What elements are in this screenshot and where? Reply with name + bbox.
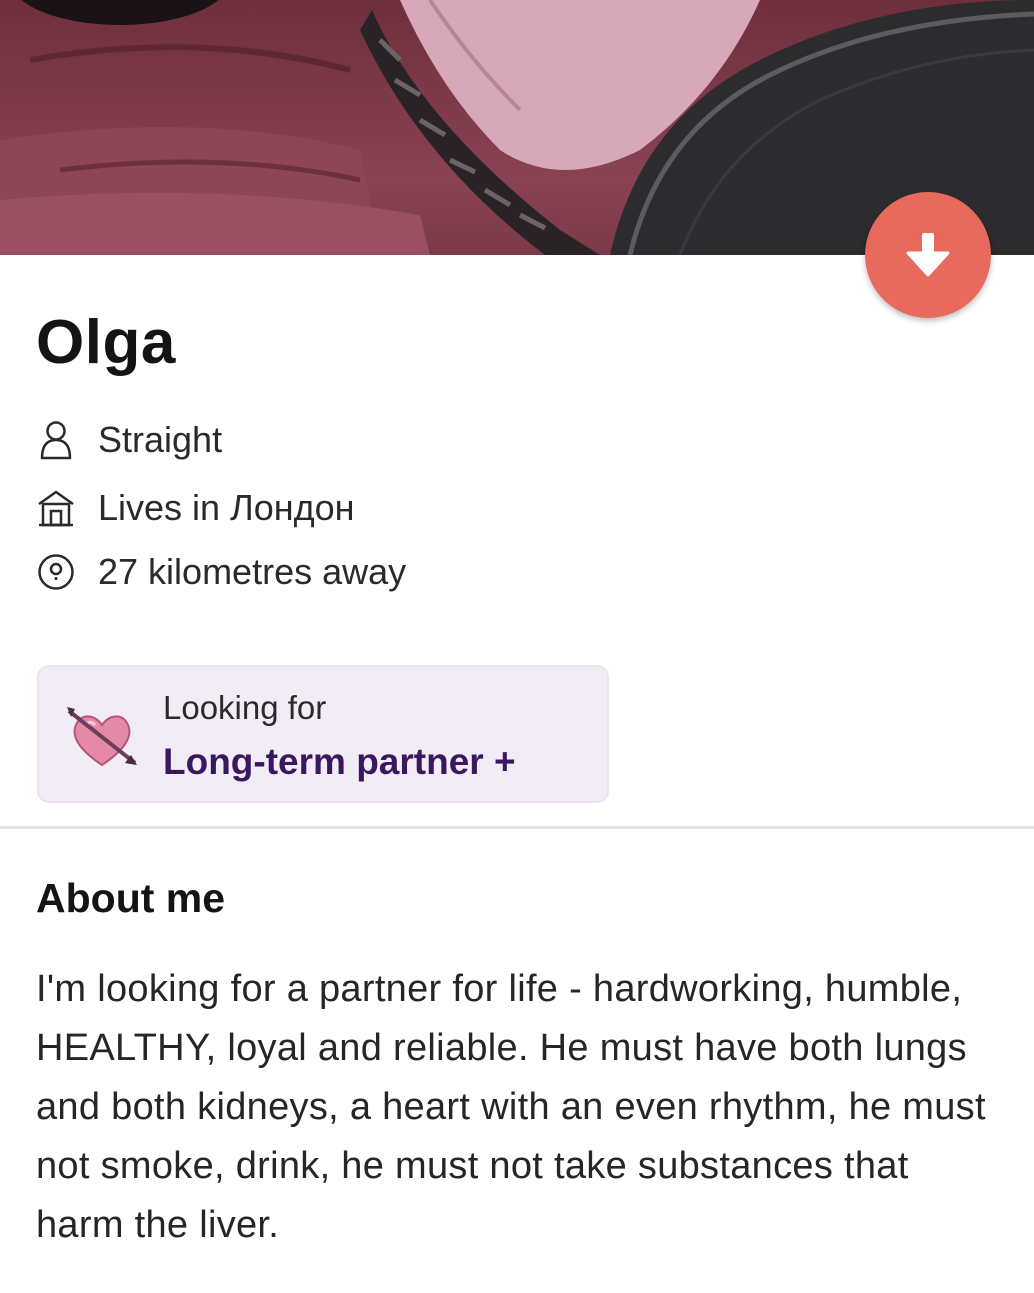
house-icon xyxy=(36,488,76,528)
lives-in-text: Lives in Лондон xyxy=(98,487,355,528)
profile-name: Olga xyxy=(36,308,176,377)
orientation-row: Straight xyxy=(36,418,222,462)
down-arrow-button[interactable] xyxy=(865,192,991,318)
profile-page: Olga Straight Lives in Лондон 27 kilomet… xyxy=(0,0,1034,1293)
looking-for-label: Looking for xyxy=(163,689,327,726)
arrow-down-icon xyxy=(900,227,956,283)
distance-text: 27 kilometres away xyxy=(98,551,407,592)
looking-for-value: Long-term partner + xyxy=(163,741,516,782)
location-pin-icon xyxy=(36,552,76,592)
section-divider xyxy=(0,826,1034,829)
distance-row: 27 kilometres away xyxy=(36,550,406,594)
looking-for-card[interactable]: Looking for Long-term partner + xyxy=(37,665,609,803)
heart-with-arrow-icon xyxy=(65,703,139,773)
orientation-text: Straight xyxy=(98,419,223,460)
about-heading: About me xyxy=(36,875,226,921)
about-text: I'm looking for a partner for life - har… xyxy=(36,968,986,1246)
person-icon xyxy=(36,420,76,460)
lives-in-row: Lives in Лондон xyxy=(36,486,355,530)
